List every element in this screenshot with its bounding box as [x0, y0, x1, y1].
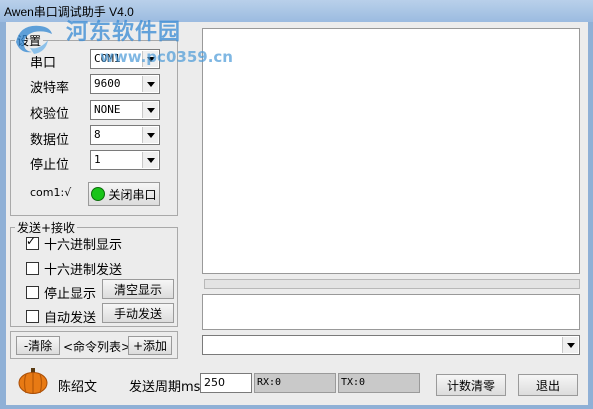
close-port-button[interactable]: 关闭串口	[88, 182, 160, 206]
reset-count-button[interactable]: 计数清零	[436, 374, 506, 396]
manual-send-label: 手动发送	[113, 306, 162, 321]
pumpkin-icon	[18, 368, 48, 394]
chevron-down-icon[interactable]	[142, 152, 158, 168]
stop-display-label: 停止显示	[44, 287, 97, 302]
checkbox-box[interactable]	[26, 310, 39, 323]
databits-select[interactable]: 8	[90, 125, 160, 145]
client-area: 设置 串口 COM1 波特率 9600 校验位 NONE 数据位 8 停止位 1…	[6, 22, 588, 405]
chevron-down-icon[interactable]	[562, 337, 578, 353]
rx-counter: RX:0	[254, 373, 336, 393]
clear-display-label: 清空显示	[113, 282, 162, 297]
receive-textarea[interactable]	[202, 28, 580, 274]
chevron-down-icon[interactable]	[142, 102, 158, 118]
add-command-button[interactable]: +添加	[128, 336, 172, 355]
watermark-text: 河东软件园	[66, 20, 182, 45]
manual-send-button[interactable]: 手动发送	[102, 303, 174, 323]
hex-send-label: 十六进制发送	[44, 263, 123, 278]
checkbox-box[interactable]	[26, 262, 39, 275]
exit-label: 退出	[535, 378, 560, 393]
reset-count-label: 计数清零	[446, 378, 495, 393]
close-port-label: 关闭串口	[108, 187, 157, 202]
auto-send-checkbox[interactable]: 自动发送	[26, 307, 96, 326]
databits-value: 8	[94, 128, 101, 141]
stopbits-select[interactable]: 1	[90, 150, 160, 170]
tx-counter: TX:0	[338, 373, 420, 393]
author-label: 陈绍文	[58, 380, 98, 395]
chevron-down-icon[interactable]	[142, 127, 158, 143]
horizontal-scrollbar[interactable]	[204, 279, 580, 289]
hex-display-checkbox[interactable]: ✓ 十六进制显示	[26, 234, 122, 253]
check-icon: ✓	[26, 234, 37, 248]
stop-display-checkbox[interactable]: 停止显示	[26, 283, 96, 302]
stopbits-label: 停止位	[30, 158, 70, 173]
command-select[interactable]	[202, 335, 580, 355]
auto-send-label: 自动发送	[44, 311, 97, 326]
checkbox-box[interactable]	[26, 286, 39, 299]
remove-command-button[interactable]: -清除	[16, 336, 60, 355]
add-command-label: +添加	[132, 339, 168, 353]
databits-label: 数据位	[30, 133, 70, 148]
stopbits-value: 1	[94, 153, 101, 166]
watermark-logo-icon	[16, 25, 52, 54]
port-status: com1:√	[30, 186, 72, 199]
status-indicator-icon	[91, 187, 106, 201]
watermark-url: www.pc0359.cn	[100, 48, 233, 66]
hex-display-label: 十六进制显示	[44, 238, 123, 253]
exit-button[interactable]: 退出	[518, 374, 578, 396]
parity-value: NONE	[94, 103, 121, 116]
period-label: 发送周期ms	[129, 380, 201, 395]
checkbox-box[interactable]: ✓	[26, 234, 39, 250]
chevron-down-icon[interactable]	[142, 76, 158, 92]
baud-value: 9600	[94, 77, 121, 90]
clear-display-button[interactable]: 清空显示	[102, 279, 174, 299]
command-list-label[interactable]: <命令列表>	[63, 338, 131, 355]
period-input[interactable]: 250	[200, 373, 252, 393]
parity-label: 校验位	[30, 107, 70, 122]
remove-command-label: -清除	[23, 339, 53, 353]
parity-select[interactable]: NONE	[90, 100, 160, 120]
baud-label: 波特率	[30, 81, 70, 96]
hex-send-checkbox[interactable]: 十六进制发送	[26, 259, 122, 278]
send-textarea[interactable]	[202, 294, 580, 330]
baud-select[interactable]: 9600	[90, 74, 160, 94]
app-window: Awen串口调试助手 V4.0 设置 串口 COM1 波特率 9600 校验位 …	[0, 0, 593, 409]
